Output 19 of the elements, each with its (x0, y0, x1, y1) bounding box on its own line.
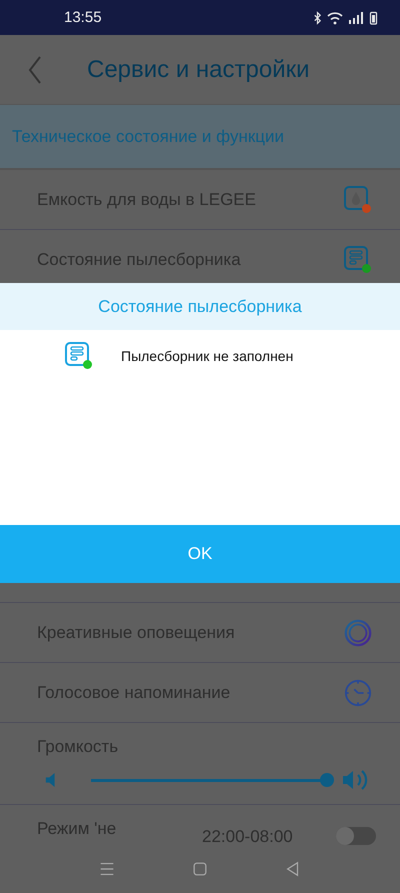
menu-icon[interactable] (98, 860, 116, 878)
home-icon[interactable] (190, 860, 209, 878)
section-title: Техническое состояние и функции (12, 126, 284, 146)
signal-icon (348, 10, 364, 24)
dust-container-icon (344, 246, 372, 274)
dialog-message: Пылесборник не заполнен (121, 348, 294, 364)
wifi-icon (327, 10, 343, 24)
battery-icon (369, 10, 378, 24)
dialog-title: Состояние пылесборника (0, 283, 400, 330)
ring-icon (344, 618, 372, 646)
water-drop-icon (344, 186, 372, 214)
ok-button[interactable]: OK (0, 525, 400, 583)
clock-icon (344, 678, 372, 706)
dnd-switch[interactable] (336, 827, 376, 845)
dust-container-icon (65, 342, 93, 370)
page-title: Сервис и настройки (87, 56, 310, 84)
status-time: 13:55 (64, 9, 102, 26)
back-button[interactable] (28, 54, 42, 84)
bluetooth-icon (313, 10, 322, 24)
